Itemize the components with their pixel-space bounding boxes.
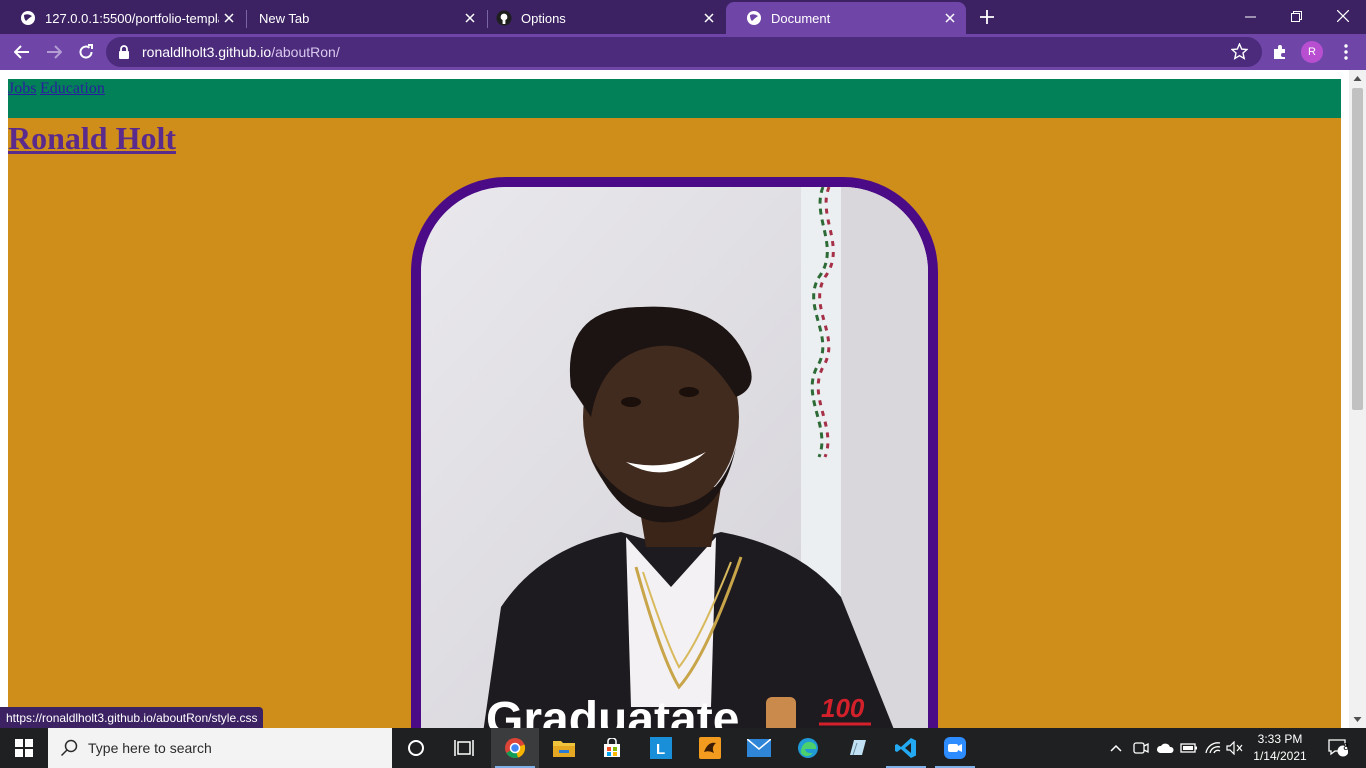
minimize-button[interactable] bbox=[1227, 0, 1273, 32]
onedrive-icon[interactable] bbox=[1154, 728, 1176, 768]
scroll-down-arrow-icon bbox=[1353, 717, 1362, 722]
close-icon[interactable] bbox=[219, 8, 239, 28]
chevron-up-icon bbox=[1110, 744, 1122, 752]
page-title[interactable]: Ronald Holt bbox=[8, 120, 176, 157]
tab-new-tab[interactable]: New Tab bbox=[239, 2, 486, 34]
url-path: /aboutRon/ bbox=[271, 44, 340, 60]
close-icon[interactable] bbox=[940, 8, 960, 28]
cortana-icon[interactable] bbox=[392, 728, 440, 768]
meet-now-icon[interactable] bbox=[1130, 728, 1152, 768]
windows-taskbar: Type here to search L 3:33 PM 1/14/2021 … bbox=[0, 728, 1366, 768]
taskbar-search[interactable]: Type here to search bbox=[48, 728, 392, 768]
start-button[interactable] bbox=[0, 728, 48, 768]
clock-date: 1/14/2021 bbox=[1253, 749, 1307, 763]
bookmark-star-icon[interactable] bbox=[1230, 42, 1249, 65]
task-view-icon[interactable] bbox=[440, 728, 488, 768]
search-placeholder: Type here to search bbox=[88, 740, 212, 756]
status-url-bubble: https://ronaldlholt3.github.io/aboutRon/… bbox=[0, 707, 264, 728]
photo-caption: Graduatate bbox=[486, 693, 739, 728]
file-explorer-icon[interactable] bbox=[540, 728, 588, 768]
globe-icon bbox=[746, 10, 762, 26]
nav-link-jobs[interactable]: Jobs bbox=[8, 80, 36, 98]
puzzle-icon bbox=[1274, 45, 1285, 59]
github-icon bbox=[496, 10, 512, 26]
tab-localhost[interactable]: 127.0.0.1:5500/portfolio-template/index.… bbox=[0, 2, 245, 34]
scroll-up-arrow-icon bbox=[1353, 76, 1362, 81]
launcher-icon[interactable]: L bbox=[637, 728, 685, 768]
page-body: Jobs Education Ronald Holt Graduatate 10… bbox=[8, 79, 1341, 728]
search-icon bbox=[60, 739, 78, 757]
mail-icon[interactable] bbox=[735, 728, 783, 768]
nav-link-education[interactable]: Education bbox=[40, 80, 105, 98]
show-hidden-icons-button[interactable] bbox=[1106, 728, 1126, 768]
zoom-icon[interactable] bbox=[931, 728, 979, 768]
url-host: ronaldlholt3.github.io bbox=[142, 44, 272, 60]
hand-emoji-icon bbox=[766, 697, 796, 728]
browser-toolbar: ronaldlholt3.github.io/aboutRon/ R bbox=[0, 34, 1366, 70]
wifi-icon[interactable] bbox=[1202, 728, 1224, 768]
globe-icon bbox=[20, 10, 36, 26]
close-icon[interactable] bbox=[699, 8, 719, 28]
clock-time: 3:33 PM bbox=[1257, 732, 1303, 746]
page-scrollbar[interactable] bbox=[1349, 70, 1366, 728]
extensions-button[interactable] bbox=[1267, 39, 1293, 65]
vscode-icon[interactable] bbox=[882, 728, 930, 768]
back-button[interactable] bbox=[8, 38, 36, 66]
tab-title: Document bbox=[771, 10, 831, 26]
kebab-menu-icon bbox=[1344, 44, 1348, 60]
forward-button[interactable] bbox=[40, 38, 68, 66]
minimize-icon bbox=[1244, 16, 1256, 17]
pinned-app-icon[interactable] bbox=[686, 728, 734, 768]
volume-muted-icon[interactable] bbox=[1224, 728, 1246, 768]
restore-button[interactable] bbox=[1273, 0, 1319, 32]
edge-icon[interactable] bbox=[784, 728, 832, 768]
close-icon bbox=[1337, 10, 1349, 22]
tab-title: New Tab bbox=[259, 10, 310, 26]
profile-photo: Graduatate 100 bbox=[411, 177, 938, 728]
notes-icon[interactable] bbox=[833, 728, 881, 768]
windows-logo-icon bbox=[15, 739, 33, 757]
chrome-icon[interactable] bbox=[491, 728, 539, 768]
new-tab-button[interactable] bbox=[976, 6, 998, 28]
restore-icon bbox=[1290, 10, 1302, 22]
plus-icon bbox=[980, 10, 994, 24]
svg-text:100: 100 bbox=[821, 693, 865, 723]
hundred-emoji-icon: 100 bbox=[819, 693, 871, 726]
menu-button[interactable] bbox=[1333, 39, 1359, 65]
avatar: R bbox=[1301, 41, 1323, 63]
tab-title: 127.0.0.1:5500/portfolio-template/index.… bbox=[45, 10, 219, 26]
store-icon[interactable] bbox=[588, 728, 636, 768]
svg-text:L: L bbox=[656, 741, 665, 758]
scrollbar-thumb[interactable] bbox=[1352, 88, 1363, 410]
tab-options[interactable]: Options bbox=[476, 2, 725, 34]
address-url: ronaldlholt3.github.io/aboutRon/ bbox=[142, 44, 340, 60]
tab-title: Options bbox=[521, 10, 566, 26]
arrow-right-icon bbox=[47, 45, 62, 59]
reload-button[interactable] bbox=[72, 38, 100, 66]
battery-icon[interactable] bbox=[1178, 728, 1200, 768]
system-clock[interactable]: 3:33 PM 1/14/2021 bbox=[1244, 731, 1316, 765]
lock-icon bbox=[118, 45, 130, 64]
top-nav: Jobs Education bbox=[8, 79, 1341, 118]
notification-count-badge: 8 bbox=[1343, 742, 1349, 753]
action-center-button[interactable]: 8 bbox=[1318, 728, 1358, 768]
close-window-button[interactable] bbox=[1320, 0, 1366, 32]
profile-button[interactable]: R bbox=[1299, 39, 1325, 65]
arrow-left-icon bbox=[14, 45, 29, 59]
address-bar[interactable]: ronaldlholt3.github.io/aboutRon/ bbox=[106, 37, 1262, 67]
page-viewport: Jobs Education Ronald Holt Graduatate 10… bbox=[0, 70, 1366, 728]
tab-strip: 127.0.0.1:5500/portfolio-template/index.… bbox=[0, 0, 1366, 34]
reload-icon bbox=[79, 44, 93, 59]
tab-document[interactable]: Document bbox=[726, 2, 966, 34]
